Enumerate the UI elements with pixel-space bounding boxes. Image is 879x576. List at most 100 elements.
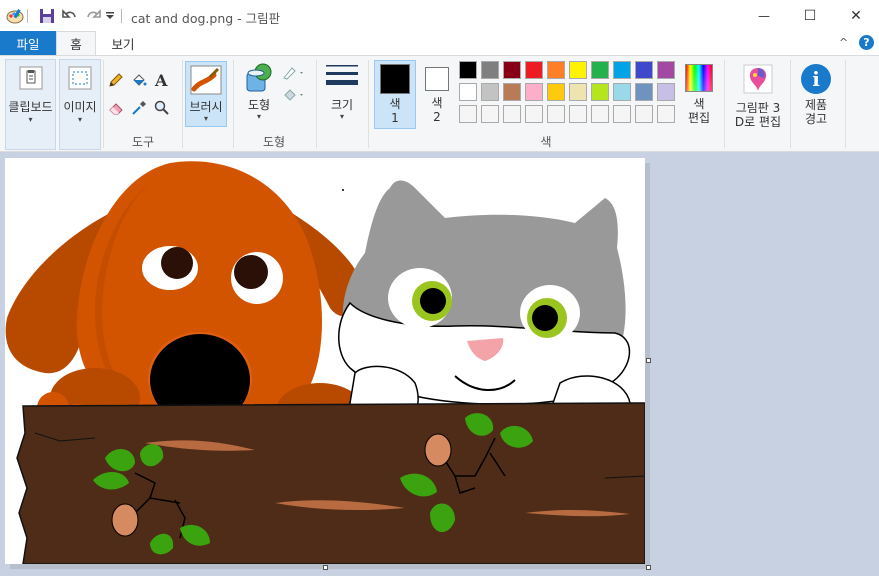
select-icon [67, 65, 93, 94]
color-swatch[interactable] [657, 83, 675, 101]
magnifier-icon[interactable] [152, 98, 172, 118]
cat-left-eye [420, 288, 446, 314]
color1-swatch [380, 64, 410, 94]
color-swatch[interactable] [635, 83, 653, 101]
image-label: 이미지 [63, 100, 97, 114]
color2-button[interactable]: 색 2 [418, 60, 456, 129]
color1-label-line2: 1 [391, 111, 399, 125]
chevron-down-icon: ▾ [256, 112, 261, 121]
clipboard-button[interactable]: 클립보드 ▾ [5, 59, 56, 150]
color-swatch[interactable] [525, 105, 543, 123]
product-alert-button[interactable]: i 제품 경고 [795, 60, 837, 129]
color-picker-icon[interactable] [129, 98, 149, 118]
undo-icon[interactable] [61, 7, 79, 25]
divider [368, 60, 369, 148]
color-swatch[interactable] [503, 61, 521, 79]
colors-group-label: 색 [540, 135, 552, 149]
eraser-icon[interactable] [106, 98, 126, 118]
pencil-icon[interactable] [106, 70, 126, 90]
close-icon: ✕ [850, 7, 862, 24]
tab-view[interactable]: 보기 [100, 31, 146, 55]
text-tool-icon[interactable]: A [152, 70, 172, 90]
paint3d-line2: D로 편집 [734, 115, 782, 129]
resize-handle-right[interactable] [646, 358, 651, 363]
paint-app-icon[interactable] [6, 7, 24, 25]
color-swatch[interactable] [459, 105, 477, 123]
divider [121, 9, 122, 23]
color-swatch[interactable] [591, 83, 609, 101]
tab-home[interactable]: 홈 [56, 31, 96, 55]
color-swatch[interactable] [481, 83, 499, 101]
color-swatch[interactable] [481, 105, 499, 123]
shapes-button[interactable]: 도형 ▾ [239, 63, 279, 127]
color1-button[interactable]: 색 1 [374, 60, 416, 129]
drawing-canvas[interactable] [5, 158, 645, 564]
color-swatch[interactable] [635, 105, 653, 123]
color-swatch[interactable] [503, 105, 521, 123]
edit-colors-line1: 색 [693, 97, 705, 111]
product-alert-line1: 제품 [804, 98, 828, 112]
color-swatch[interactable] [613, 83, 631, 101]
cat-right-eye [532, 305, 558, 331]
color-swatch[interactable] [569, 61, 587, 79]
line-size-icon [326, 63, 358, 94]
brushes-label: 브러시 [189, 100, 223, 114]
edit-colors-button[interactable]: 색 편집 [679, 60, 719, 129]
close-button[interactable]: ✕ [833, 0, 879, 31]
outline-icon[interactable] [281, 62, 307, 82]
color-swatch[interactable] [657, 105, 675, 123]
color-swatch[interactable] [459, 61, 477, 79]
clipboard-label: 클립보드 [8, 100, 53, 114]
resize-handle-corner[interactable] [646, 565, 651, 570]
color-swatch[interactable] [591, 105, 609, 123]
product-alert-line2: 경고 [804, 112, 828, 126]
color-swatch[interactable] [525, 83, 543, 101]
color-swatch[interactable] [613, 61, 631, 79]
edit-colors-line2: 편집 [687, 111, 711, 125]
color-wheel-icon [685, 64, 713, 92]
resize-handle-bottom[interactable] [323, 565, 328, 570]
color-swatch[interactable] [657, 61, 675, 79]
chevron-down-icon: ▾ [339, 112, 344, 121]
size-button[interactable]: 크기 ▾ [322, 63, 362, 127]
window-title: cat and dog.png - 그림판 [131, 11, 281, 26]
color-swatch[interactable] [459, 83, 477, 101]
minimize-button[interactable]: — [741, 0, 787, 31]
color-swatch[interactable] [591, 61, 609, 79]
dog-right-pupil [234, 255, 268, 289]
maximize-button[interactable]: ☐ [787, 0, 833, 31]
help-icon[interactable]: ? [859, 35, 874, 50]
color-swatch[interactable] [569, 105, 587, 123]
color-swatch[interactable] [613, 105, 631, 123]
redo-icon[interactable] [84, 7, 102, 25]
chevron-down-icon: ▾ [28, 115, 33, 124]
fill-icon[interactable] [281, 84, 307, 104]
fill-bucket-icon[interactable] [129, 70, 149, 90]
save-icon[interactable] [38, 7, 56, 25]
divider [316, 60, 317, 148]
color-swatch[interactable] [635, 61, 653, 79]
brushes-button[interactable]: 브러시 ▾ [185, 61, 227, 127]
color-swatch[interactable] [569, 83, 587, 101]
color-swatch[interactable] [503, 83, 521, 101]
color-swatch[interactable] [525, 61, 543, 79]
tab-file[interactable]: 파일 [0, 31, 56, 55]
edit-with-paint3d-button[interactable]: 그림판 3 D로 편집 [729, 60, 787, 129]
info-icon: i [801, 64, 831, 94]
divider [845, 60, 846, 148]
divider [182, 60, 183, 148]
image-button[interactable]: 이미지 ▾ [59, 59, 101, 150]
title-bar: cat and dog.png - 그림판 — ☐ ✕ [0, 0, 879, 31]
minimize-icon: — [758, 8, 770, 23]
collapse-ribbon-icon[interactable]: ^ [839, 36, 848, 49]
color-swatch[interactable] [481, 61, 499, 79]
paint3d-line1: 그림판 3 [735, 101, 781, 115]
paint3d-icon [743, 64, 773, 97]
divider [724, 60, 725, 148]
cat-and-dog-image [5, 161, 645, 564]
color-swatch[interactable] [547, 105, 565, 123]
svg-text:A: A [154, 71, 168, 89]
color-swatch[interactable] [547, 61, 565, 79]
customize-quick-access-icon[interactable] [103, 7, 117, 25]
color-swatch[interactable] [547, 83, 565, 101]
